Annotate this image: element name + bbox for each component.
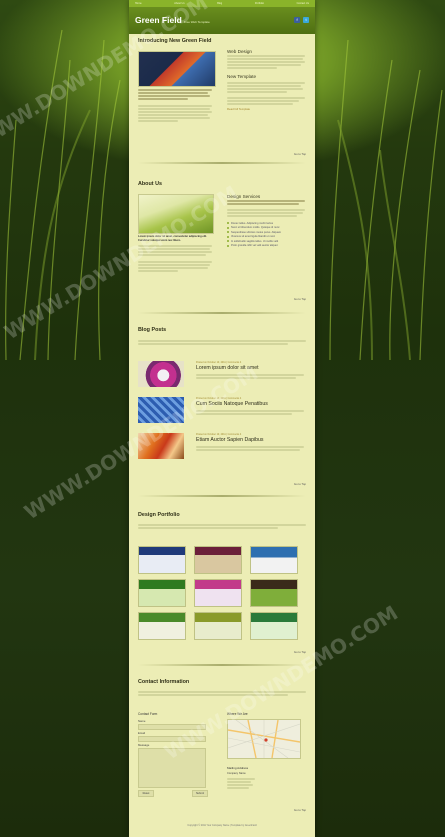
post-meta: Posted on October 10, 2011 | Comments 4 [196,397,242,400]
twitter-icon[interactable]: t [303,17,309,23]
portfolio-thumb[interactable] [250,579,298,607]
logo-tagline: Free Web Template [183,20,210,24]
portfolio-section: Design Portfolio Go to Top [138,512,306,658]
top-navigation: Home About Us Blog Portfolio Contact Us [129,0,315,7]
service-item: Nunc ut bibendum mollis. Quisque id nunc [227,226,306,229]
reset-button[interactable]: Reset [138,790,154,797]
service-item: In sollicitudin sagittis tellus. Ut moll… [227,240,306,243]
section-divider [138,664,306,666]
nav-blog[interactable]: Blog [217,2,222,5]
name-field[interactable] [138,724,206,730]
email-field[interactable] [138,736,206,742]
web-design-heading: Web Design [227,49,252,54]
contact-title: Contact Information [138,679,190,685]
site-logo[interactable]: Green Field Free Web Template [135,15,210,25]
read-more-link[interactable]: Read full Template [227,107,306,111]
about-section: About Us Lorem ipsum dolor sit amet, con… [138,181,306,305]
location-map[interactable] [227,719,301,759]
intro-text [138,88,214,123]
post-title[interactable]: Etiam Auctor Sapien Dapibus [196,437,263,443]
nav-about[interactable]: About Us [174,2,184,5]
bullet-icon [227,222,229,224]
about-lead: Lorem ipsum dolor sit amet, consectetur … [138,235,207,242]
service-item: Donec tellus. Adipiscing morbi luctus [227,222,306,225]
mailing-address-heading: Mailing Address [227,766,249,770]
portfolio-thumb[interactable] [138,612,186,640]
bullet-icon [227,240,229,242]
portfolio-title: Design Portfolio [138,512,180,518]
blog-title: Blog Posts [138,327,167,333]
portfolio-thumb[interactable] [250,546,298,574]
blog-intro [138,339,306,346]
go-to-top-link[interactable]: Go to Top [294,650,306,654]
bullet-icon [227,244,229,247]
contact-intro [138,690,306,697]
footer-copyright: Copyright © 2011 Your Company Name | Tem… [187,824,257,827]
company-name: Company Name [227,772,246,775]
contact-section: Contact Information Contact Form Name Em… [138,679,306,817]
bullet-icon [227,231,229,233]
about-image [138,194,214,234]
message-field[interactable] [138,748,206,788]
blog-post[interactable]: Posted on October 10, 2011 | Comments 4 … [138,361,306,389]
service-item: Vivamus sit amet ligula blandit ut nunc [227,235,306,238]
logo-text: Green Field [135,15,182,25]
portfolio-intro [138,523,306,530]
portfolio-thumb[interactable] [194,579,242,607]
contact-form-heading: Contact Form [138,712,158,716]
portfolio-thumb[interactable] [194,546,242,574]
map-marker-icon [264,738,268,742]
portfolio-thumb[interactable] [138,579,186,607]
blog-post[interactable]: Posted on October 10, 2011 | Comments 4 … [138,433,306,461]
blog-post[interactable]: Posted on October 10, 2011 | Comments 4 … [138,397,306,425]
service-item: Proin gravida nibh vel velit auctor aliq… [227,244,306,247]
site-header: Green Field Free Web Template f t [129,7,315,34]
page-container: Home About Us Blog Portfolio Contact Us … [129,0,315,837]
bullet-icon [227,226,229,229]
where-we-are-heading: Where We Are [227,712,248,716]
design-services-column: Design Services Donec tellus. Adipiscing… [227,194,306,249]
go-to-top-link[interactable]: Go to Top [294,808,306,812]
address-lines [227,777,255,790]
post-title[interactable]: Cum Sociis Natoque Penatibus [196,401,268,407]
post-meta: Posted on October 10, 2011 | Comments 4 [196,433,242,436]
section-divider [138,162,306,164]
go-to-top-link[interactable]: Go to Top [294,482,306,486]
section-divider [138,495,306,497]
post-thumbnail [138,433,184,459]
blog-section: Blog Posts Posted on October 10, 2011 | … [138,327,306,489]
intro-title: Introducing New Green Field [138,38,212,44]
about-text: Lorem ipsum dolor sit amet, consectetur … [138,235,214,273]
submit-button[interactable]: Submit [192,790,208,797]
message-label: Message [138,743,150,747]
intro-image [138,51,216,87]
nav-contact[interactable]: Contact Us [297,2,309,5]
go-to-top-link[interactable]: Go to Top [294,152,306,156]
design-services-heading: Design Services [227,194,261,199]
section-divider [138,312,306,314]
post-thumbnail [138,397,184,423]
service-item: Suspendisse ultricies metus purus. Aliqu… [227,231,306,234]
name-label: Name [138,719,146,723]
portfolio-thumb[interactable] [138,546,186,574]
email-label: Email [138,731,145,735]
bullet-icon [227,235,229,238]
intro-section: Introducing New Green Field Web Design N… [138,38,306,156]
nav-home[interactable]: Home [135,2,142,5]
post-meta: Posted on October 10, 2011 | Comments 4 [196,361,242,364]
intro-right-column: Web Design New Template Read full Templa… [227,49,306,111]
about-title: About Us [138,181,162,187]
nav-portfolio[interactable]: Portfolio [255,2,264,5]
portfolio-thumb[interactable] [250,612,298,640]
post-title[interactable]: Lorem ipsum dolor sit amet [196,365,259,371]
go-to-top-link[interactable]: Go to Top [294,297,306,301]
portfolio-thumb[interactable] [194,612,242,640]
post-thumbnail [138,361,184,387]
facebook-icon[interactable]: f [294,17,300,23]
